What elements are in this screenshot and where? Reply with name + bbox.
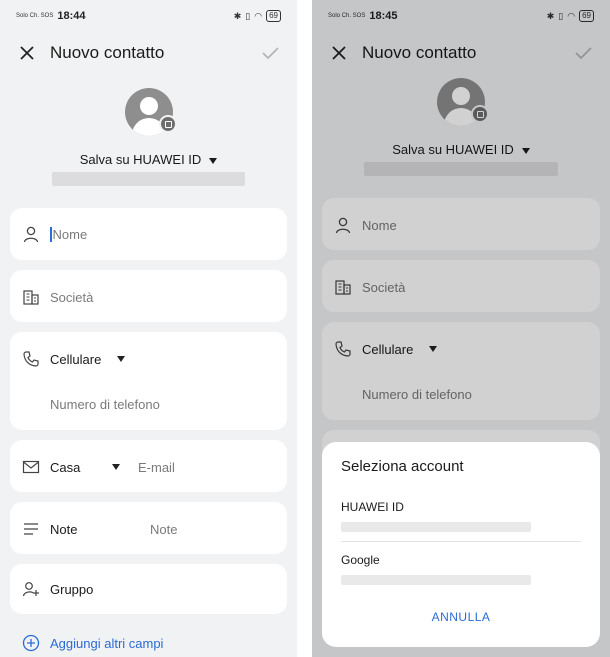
- account-name: Google: [341, 553, 380, 567]
- dialog-title: Seleziona account: [341, 458, 464, 475]
- dropdown-triangle-icon: [209, 157, 218, 164]
- company-field[interactable]: Società: [22, 288, 275, 306]
- add-more-fields-button[interactable]: Aggiungi altri campi: [22, 634, 285, 652]
- divider: [341, 541, 581, 542]
- camera-badge-icon[interactable]: [158, 115, 177, 133]
- mail-icon: [22, 458, 40, 476]
- name-field[interactable]: Nome: [22, 225, 275, 243]
- person-icon: [22, 225, 40, 243]
- note-lines-icon: [22, 520, 40, 538]
- save-account-label: Salva su HUAWEI ID: [79, 152, 202, 167]
- note-field[interactable]: Note Note: [22, 520, 275, 538]
- battery-icon: 69: [266, 10, 281, 22]
- select-account-dialog: Seleziona account HUAWEI ID Google ANNUL…: [322, 442, 600, 647]
- confirm-check-icon[interactable]: [259, 42, 281, 64]
- screenshot-comparison: Solo Ch. SOS 18:44 ✱ ▯ ◠ 69 Nuovo contat…: [0, 0, 610, 657]
- carrier-text: Solo Ch. SOS: [16, 13, 54, 19]
- account-option-google[interactable]: Google: [341, 553, 581, 585]
- phone-type-label: Cellulare: [50, 351, 102, 367]
- phone-icon: [22, 350, 40, 368]
- email-field[interactable]: Casa E-mail: [22, 458, 275, 476]
- phone-number-field[interactable]: Numero di telefono: [50, 397, 275, 412]
- new-contact-screen: Solo Ch. SOS 18:44 ✱ ▯ ◠ 69 Nuovo contat…: [0, 0, 297, 657]
- account-email-redacted: [341, 575, 531, 585]
- add-circle-icon: [22, 634, 40, 652]
- note-label: Note: [50, 521, 78, 537]
- email-input[interactable]: E-mail: [138, 460, 175, 475]
- name-card: Nome: [10, 208, 287, 260]
- add-person-icon: [22, 580, 40, 598]
- status-bar: Solo Ch. SOS 18:44 ✱ ▯ ◠ 69: [16, 8, 281, 24]
- account-email-redacted: [341, 522, 531, 532]
- save-account-selector[interactable]: Salva su HUAWEI ID: [0, 152, 297, 167]
- group-label: Gruppo: [50, 581, 94, 597]
- clock: 18:44: [57, 10, 86, 22]
- email-card: Casa E-mail: [10, 440, 287, 492]
- email-type-dropdown-icon[interactable]: [112, 464, 120, 470]
- add-more-label: Aggiungi altri campi: [50, 635, 164, 651]
- account-name: HUAWEI ID: [341, 500, 404, 514]
- company-input[interactable]: Società: [50, 290, 93, 305]
- note-card: Note Note: [10, 502, 287, 554]
- phone-type-dropdown-icon[interactable]: [117, 356, 126, 362]
- email-type-label: Casa: [50, 459, 81, 475]
- name-input[interactable]: Nome: [53, 227, 88, 242]
- note-input[interactable]: Note: [150, 522, 177, 537]
- wifi-icon: ◠: [254, 10, 263, 21]
- company-card: Società: [10, 270, 287, 322]
- close-icon[interactable]: [16, 42, 38, 64]
- group-card: Gruppo: [10, 564, 287, 614]
- page-title: Nuovo contatto: [50, 43, 165, 62]
- status-icons: ✱ ▯ ◠ 69: [234, 10, 281, 22]
- phone-number-input[interactable]: Numero di telefono: [50, 397, 160, 412]
- group-field[interactable]: Gruppo: [22, 580, 275, 598]
- vibrate-icon: ▯: [245, 10, 251, 21]
- top-app-bar: Nuovo contatto: [16, 38, 281, 68]
- text-cursor: [50, 226, 52, 242]
- building-icon: [22, 288, 40, 306]
- account-email-redacted: [52, 172, 245, 186]
- phone-type-selector[interactable]: Cellulare: [22, 350, 275, 368]
- bluetooth-icon: ✱: [233, 10, 242, 21]
- new-contact-screen-with-dialog: Solo Ch. SOS 18:45 ✱ ▯ ◠ 69 Nuovo contat…: [312, 0, 610, 657]
- cancel-button[interactable]: ANNULLA: [322, 610, 600, 624]
- account-option-huawei[interactable]: HUAWEI ID: [341, 500, 581, 532]
- phone-card: Cellulare Numero di telefono: [10, 332, 287, 430]
